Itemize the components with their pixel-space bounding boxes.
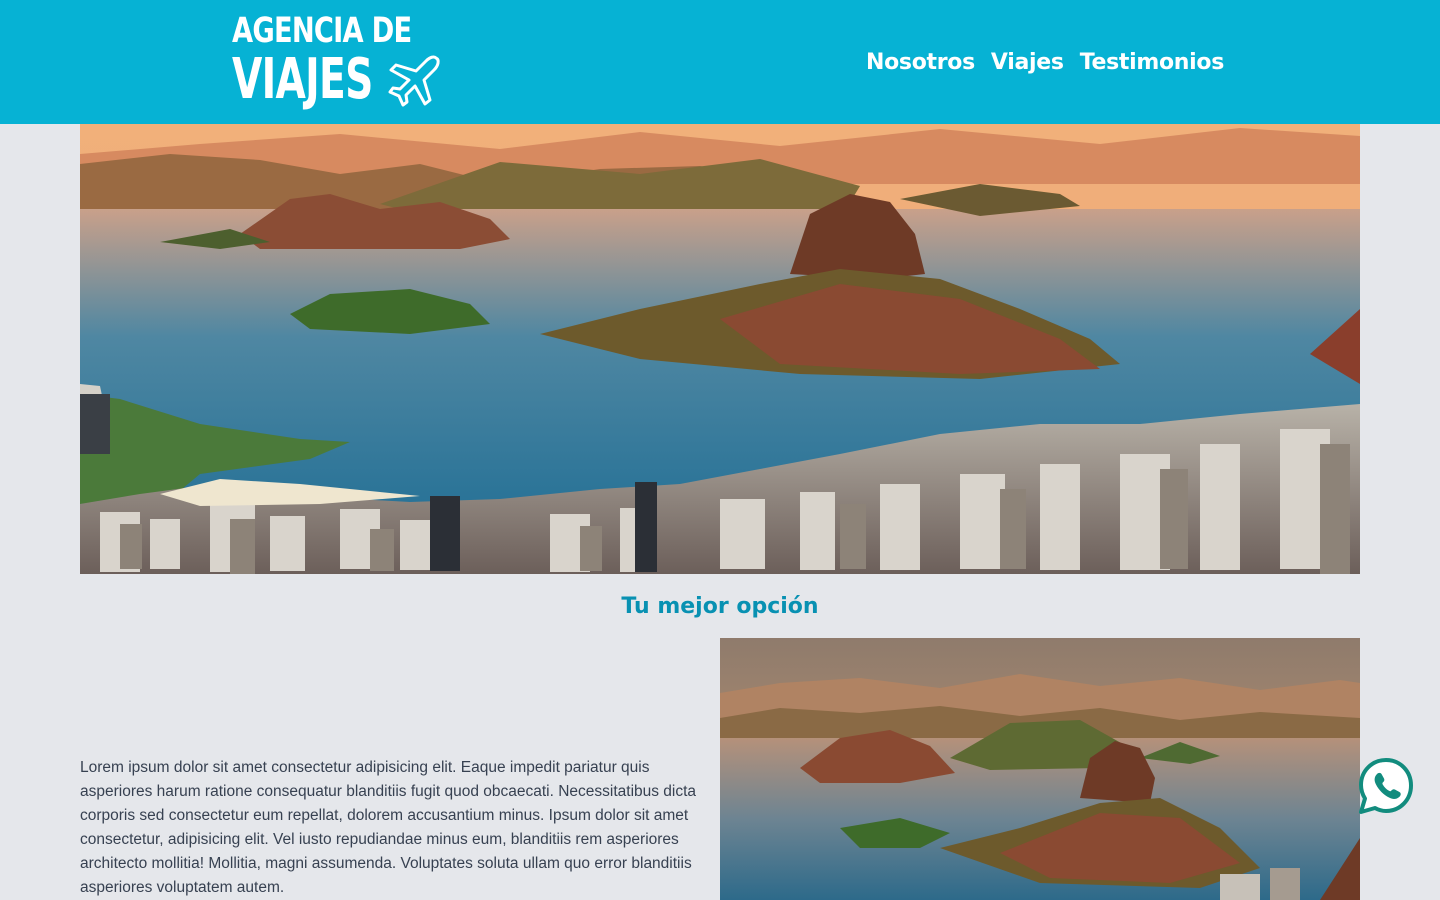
nav-link-nosotros[interactable]: Nosotros: [866, 46, 975, 80]
site-header: AGENCIA DE VIAJES Nosotros Viajes Testim…: [0, 0, 1440, 124]
logo-line1: AGENCIA DE: [232, 11, 412, 51]
landscape-illustration: [80, 124, 1360, 574]
landscape-illustration-small: [720, 638, 1360, 900]
section-image: [720, 638, 1360, 900]
main-nav: Nosotros Viajes Testimonios: [866, 46, 1224, 80]
logo[interactable]: AGENCIA DE VIAJES: [232, 14, 447, 112]
nav-link-viajes[interactable]: Viajes: [991, 46, 1064, 80]
logo-line2: VIAJES: [232, 47, 373, 112]
nav-link-testimonios[interactable]: Testimonios: [1080, 46, 1225, 80]
whatsapp-icon[interactable]: [1356, 756, 1416, 816]
hero-image: [80, 124, 1360, 574]
section-title: Tu mejor opción: [621, 594, 819, 619]
airplane-icon: [388, 55, 440, 107]
section-body-text: Lorem ipsum dolor sit amet consectetur a…: [80, 759, 697, 896]
